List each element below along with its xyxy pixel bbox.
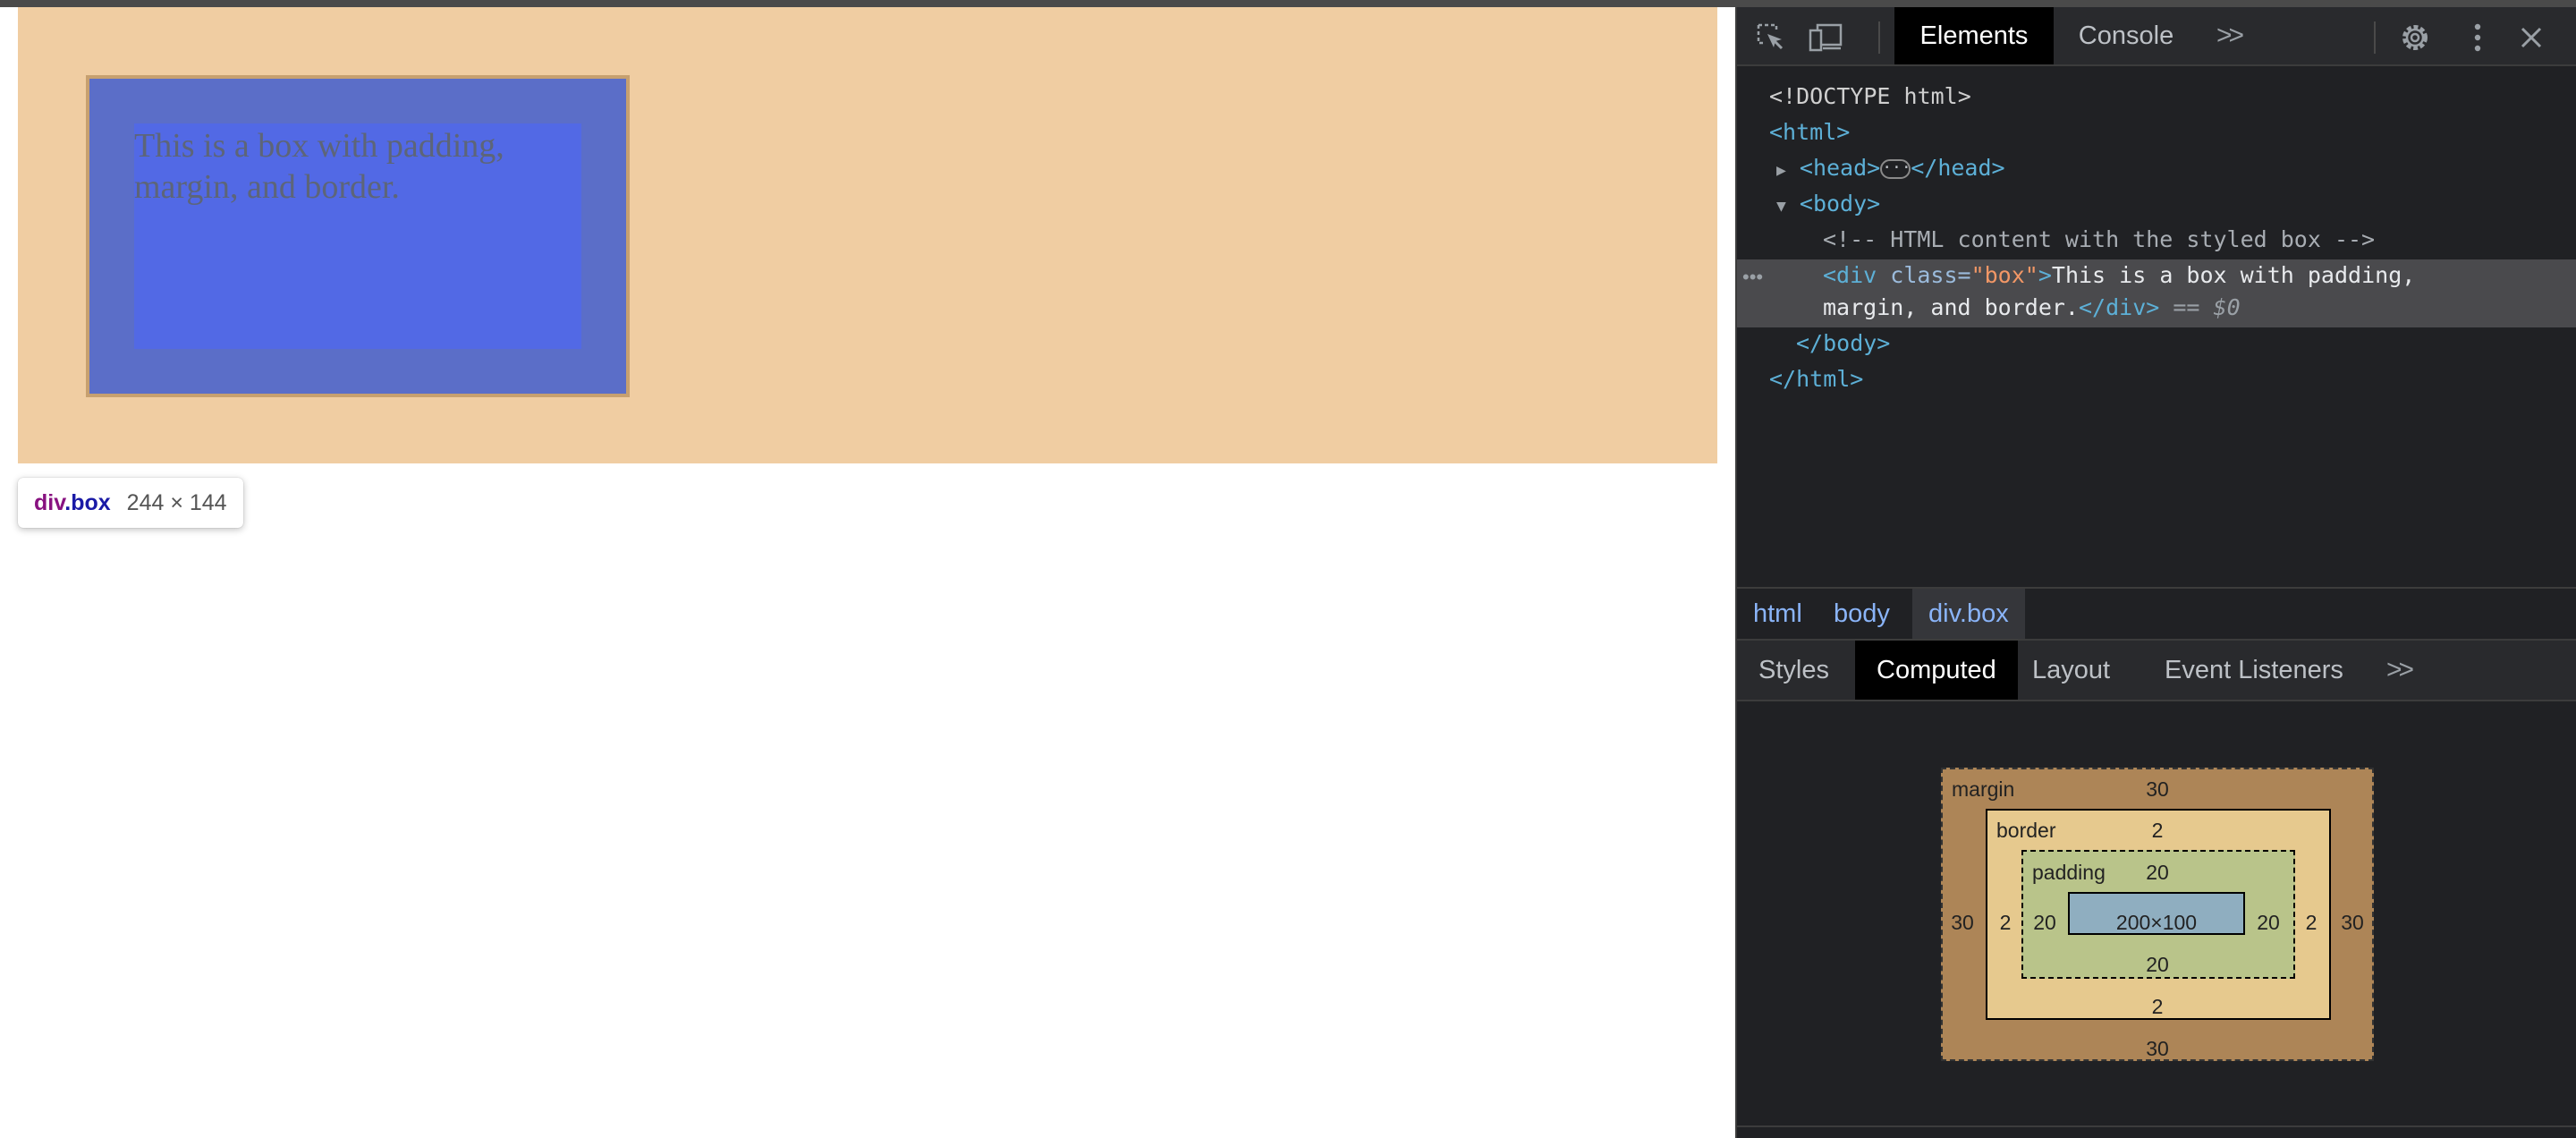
dom-body-close[interactable]: </body> [1737,326,2576,361]
padding-top-value[interactable]: 20 [2145,860,2170,885]
box-text: This is a box with padding, margin, and … [134,127,504,206]
devtools-panel: Elements Console >> <!DOCTYPE html> <htm… [1735,7,2576,1138]
margin-label: margin [1952,777,2015,801]
page-viewport: This is a box with padding, margin, and … [0,7,1735,1138]
breadcrumb-html[interactable]: html [1737,589,1818,639]
device-toolbar-icon[interactable] [1809,20,1844,55]
padding-left-value[interactable]: 20 [2032,910,2057,935]
border-label: border [1996,819,2056,842]
tab-event-listeners[interactable]: Event Listeners [2143,641,2365,700]
div-close-tag: </div> [2078,294,2160,320]
more-subtabs-icon[interactable]: >> [2386,641,2414,700]
tab-layout[interactable]: Layout [2011,641,2131,700]
border-top-value[interactable]: 2 [2145,818,2170,843]
more-tabs-icon[interactable]: >> [2216,7,2244,64]
tab-console[interactable]: Console [2059,7,2193,64]
margin-top-value[interactable]: 30 [2145,777,2170,802]
node-actions-icon[interactable]: ••• [1742,259,1763,295]
bottom-divider [1737,1125,2576,1127]
sidebar-tabs: Styles Computed Layout Event Listeners >… [1737,641,2576,701]
head-open-tag: <head> [1799,155,1881,181]
close-icon[interactable] [2513,20,2549,55]
html-close-tag: </html> [1769,366,1864,392]
dom-doctype[interactable]: <!DOCTYPE html> [1737,79,2576,115]
comment-text: <!-- HTML content with the styled box --… [1823,226,2376,252]
margin-right-value[interactable]: 30 [2340,910,2365,935]
padding-label: padding [2032,861,2106,884]
margin-bottom-value[interactable]: 30 [2145,1036,2170,1061]
content-size-value[interactable]: 200×100 [2068,910,2245,935]
window-top-bar [0,0,2576,7]
padding-bottom-value[interactable]: 20 [2145,952,2170,977]
dom-html-close[interactable]: </html> [1737,361,2576,397]
settings-gear-icon[interactable] [2397,20,2433,55]
dollar-zero: $0 [2213,294,2241,320]
expand-triangle-icon[interactable]: ▶ [1776,161,1786,180]
element-tooltip: div.box 244 × 144 [18,478,243,528]
devtools-toolbar: Elements Console >> [1737,7,2576,66]
selected-marker: == [2159,294,2214,320]
breadcrumb-div-box[interactable]: div.box [1912,589,2025,639]
border-right-value[interactable]: 2 [2299,910,2324,935]
breadcrumb-body[interactable]: body [1818,589,1906,639]
breadcrumb: html body div.box [1737,587,2576,641]
inspect-element-icon[interactable] [1753,20,1789,55]
padding-right-value[interactable]: 20 [2256,910,2281,935]
dom-body-node[interactable]: ▼ <body> [1737,186,2576,222]
div-attr-name: class= [1890,262,1971,288]
div-open-tag: <div [1823,262,1891,288]
tab-styles[interactable]: Styles [1737,641,1851,700]
head-close-tag: </head> [1911,155,2005,181]
tooltip-selector: div.box [34,490,111,516]
html-open-tag: <html> [1769,119,1851,145]
body-open-tag: <body> [1799,191,1881,217]
kebab-menu-icon[interactable] [2460,20,2496,55]
tab-elements[interactable]: Elements [1894,7,2054,64]
border-left-value[interactable]: 2 [1993,910,2018,935]
div-text-line1: This is a box with padding, [2051,262,2416,288]
tab-computed[interactable]: Computed [1855,641,2018,700]
collapsed-ellipsis-icon[interactable]: ··· [1880,159,1911,179]
div-attr-value: "box" [1970,262,2038,288]
dom-html-node[interactable]: <html> [1737,115,2576,150]
div-text-line2: margin, and border. [1823,294,2079,320]
dom-div-node[interactable]: <div class="box">This is a box with padd… [1737,258,2576,293]
toolbar-separator [1878,21,1880,54]
toolbar-separator-right [2374,21,2376,54]
border-bottom-value[interactable]: 2 [2145,994,2170,1019]
tooltip-tag: div [34,489,65,515]
dom-comment-node[interactable]: <!-- HTML content with the styled box --… [1737,222,2576,258]
dom-head-node[interactable]: ▶ <head> ···</head> [1737,150,2576,186]
collapse-triangle-icon[interactable]: ▼ [1776,197,1786,216]
tooltip-class: .box [64,489,111,515]
div-open-tag-end: > [2038,262,2052,288]
margin-left-value[interactable]: 30 [1950,910,1975,935]
dom-div-node-cont[interactable]: margin, and border.</div> == $0 [1737,290,2576,326]
body-close-tag: </body> [1796,330,1891,356]
tooltip-dimensions: 244 × 144 [126,489,227,515]
doctype-text: <!DOCTYPE html> [1769,83,1971,109]
